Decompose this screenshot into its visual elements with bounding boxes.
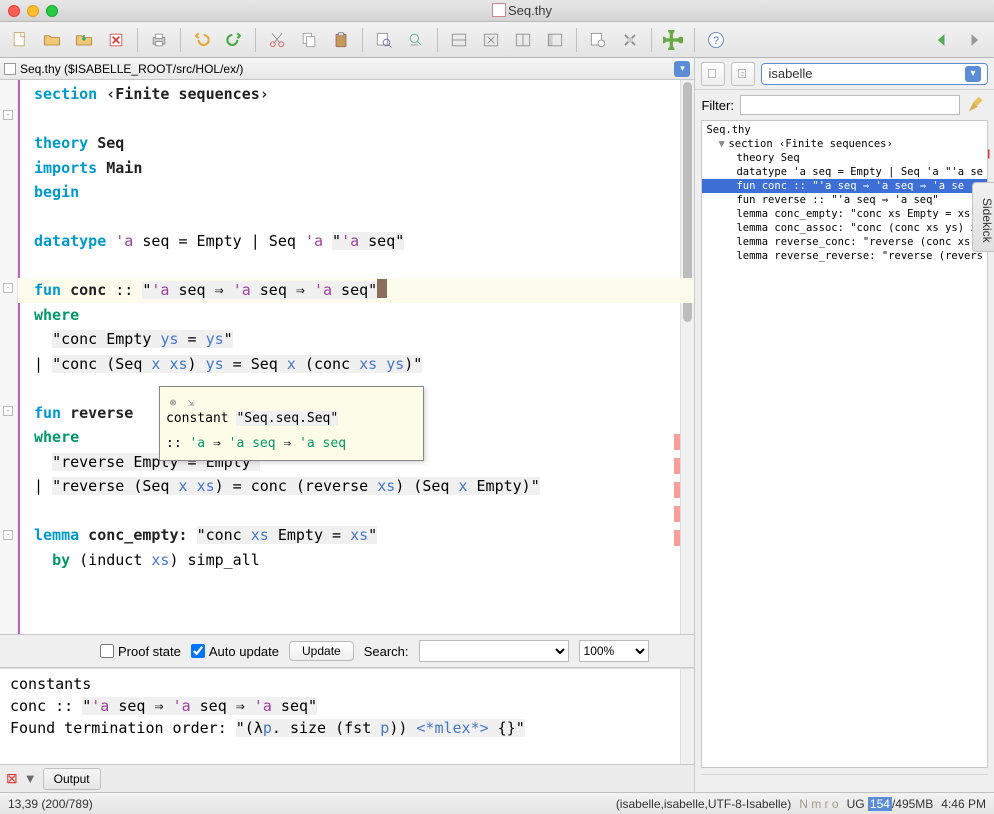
auto-update-checkbox[interactable]: Auto update <box>191 644 279 659</box>
cursor-position: 13,39 (200/789) <box>8 797 93 811</box>
sidekick-toolbar: isabelle▾ <box>695 58 994 90</box>
plugin-button[interactable] <box>659 26 687 54</box>
svg-text:?: ? <box>713 35 719 47</box>
tree-item[interactable]: fun conc :: "'a seq ⇒ 'a seq ⇒ 'a se <box>702 179 987 193</box>
close-icon[interactable]: ⊗ <box>166 391 180 405</box>
nav-back-button[interactable] <box>928 26 956 54</box>
file-icon <box>492 3 506 17</box>
cut-button[interactable] <box>263 26 291 54</box>
output-area: constants conc :: "'a seq ⇒ 'a seq ⇒ 'a … <box>0 668 694 764</box>
tree-item[interactable]: lemma conc_assoc: "conc (conc xs ys) zs <box>702 221 987 235</box>
settings-button[interactable] <box>616 26 644 54</box>
statusbar: 13,39 (200/789) (isabelle,isabelle,UTF-8… <box>0 792 994 814</box>
output-tab[interactable]: Output <box>43 768 101 790</box>
main-toolbar: ? <box>0 22 994 58</box>
undo-button[interactable] <box>188 26 216 54</box>
find-replace-button[interactable] <box>402 26 430 54</box>
copy-button[interactable] <box>295 26 323 54</box>
sidekick-tab[interactable]: Sidekick <box>972 182 994 252</box>
tree-h-scrollbar[interactable] <box>701 774 988 788</box>
proof-state-checkbox[interactable]: Proof state <box>100 644 181 659</box>
update-button[interactable]: Update <box>289 641 354 661</box>
split-v-button[interactable] <box>509 26 537 54</box>
code-editor[interactable]: - - - - section ‹Finite sequences› theor… <box>0 80 694 634</box>
bottom-dock: ⊠ ▼ Output <box>0 764 694 792</box>
structure-tree[interactable]: Seq.thy▼section ‹Finite sequences›theory… <box>701 120 988 768</box>
unsplit-button[interactable] <box>477 26 505 54</box>
window-title: Seq.thy <box>58 3 986 18</box>
error-icon[interactable]: ⊠ <box>6 770 18 787</box>
zoom-window-button[interactable] <box>46 5 58 17</box>
search-label: Search: <box>364 644 409 659</box>
buffer-path: Seq.thy ($ISABELLE_ROOT/src/HOL/ex/) <box>20 62 243 76</box>
type-tooltip: ⊗⇲ constant "Seq.seq.Seq" :: 'a ⇒ 'a seq… <box>159 386 424 461</box>
memory-indicator: UG 154/495MB <box>847 797 934 811</box>
minimize-window-button[interactable] <box>27 5 39 17</box>
print-button[interactable] <box>145 26 173 54</box>
encoding-label: (isabelle,isabelle,UTF-8-Isabelle) <box>616 797 791 811</box>
mode-flags: N m r o <box>799 797 838 811</box>
tree-item[interactable]: theory Seq <box>702 151 987 165</box>
refresh-button[interactable] <box>731 62 755 86</box>
filter-label: Filter: <box>701 98 734 113</box>
search-combo[interactable] <box>419 640 569 662</box>
clear-filter-icon[interactable] <box>966 94 988 116</box>
parse-button[interactable] <box>701 62 725 86</box>
zoom-combo[interactable]: 100% <box>579 640 649 662</box>
buffer-tab[interactable]: Seq.thy ($ISABELLE_ROOT/src/HOL/ex/) ▾ <box>0 58 694 80</box>
dock-button[interactable] <box>541 26 569 54</box>
close-window-button[interactable] <box>8 5 20 17</box>
run-button[interactable] <box>584 26 612 54</box>
buffer-checkbox[interactable] <box>4 63 16 75</box>
close-file-button[interactable] <box>102 26 130 54</box>
nav-forward-button[interactable] <box>960 26 988 54</box>
save-button[interactable] <box>70 26 98 54</box>
new-file-button[interactable] <box>6 26 34 54</box>
open-file-button[interactable] <box>38 26 66 54</box>
paste-button[interactable] <box>327 26 355 54</box>
filter-input[interactable] <box>740 95 960 115</box>
tree-item[interactable]: lemma reverse_reverse: "reverse (revers <box>702 249 987 263</box>
clock: 4:46 PM <box>941 797 986 811</box>
tree-section[interactable]: ▼section ‹Finite sequences› <box>702 137 987 151</box>
titlebar: Seq.thy <box>0 0 994 22</box>
collapse-icon[interactable]: ▼ <box>24 771 37 786</box>
output-scrollbar[interactable] <box>680 669 694 764</box>
tree-item[interactable]: lemma conc_empty: "conc xs Empty = xs" <box>702 207 987 221</box>
tree-item[interactable]: lemma reverse_conc: "reverse (conc xs y <box>702 235 987 249</box>
text-cursor <box>377 279 387 298</box>
tree-item[interactable]: fun reverse :: "'a seq ⇒ 'a seq" <box>702 193 987 207</box>
help-button[interactable]: ? <box>702 26 730 54</box>
buffer-dropdown[interactable]: ▾ <box>674 61 690 77</box>
search-button[interactable] <box>370 26 398 54</box>
parser-combo[interactable]: isabelle▾ <box>761 63 988 85</box>
output-controls: Proof state Auto update Update Search: 1… <box>0 634 694 668</box>
split-h-button[interactable] <box>445 26 473 54</box>
tree-root-item[interactable]: Seq.thy <box>702 123 987 137</box>
redo-button[interactable] <box>220 26 248 54</box>
tree-item[interactable]: datatype 'a seq = Empty | Seq 'a "'a se <box>702 165 987 179</box>
detach-icon[interactable]: ⇲ <box>184 391 198 405</box>
